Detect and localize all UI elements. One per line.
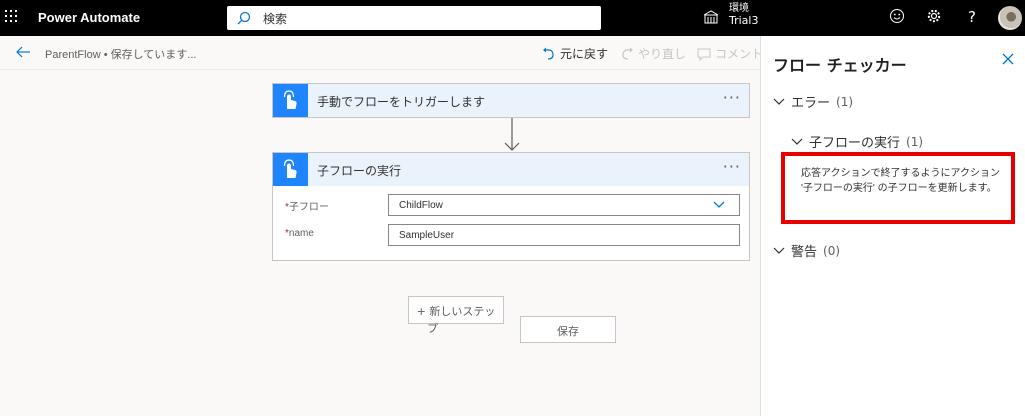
chevron-down-icon xyxy=(773,247,785,254)
comment-button[interactable]: コメント xyxy=(697,45,763,62)
errors-count: (1) xyxy=(836,94,854,109)
app-launcher-icon[interactable] xyxy=(5,10,19,24)
manual-trigger-icon xyxy=(273,153,308,186)
redo-icon xyxy=(622,47,633,60)
undo-label: 元に戻す xyxy=(560,47,609,61)
action-more-icon[interactable]: ··· xyxy=(723,157,741,176)
search-box[interactable] xyxy=(227,6,601,30)
manual-trigger-icon xyxy=(273,84,308,117)
avatar[interactable] xyxy=(998,6,1022,30)
flow-checker-panel: フロー チェッカー エラー (1) 子フローの実行 (1) 応答アクションで終了… xyxy=(760,36,1025,416)
name-label: *name xyxy=(285,228,314,239)
chevron-down-icon xyxy=(773,98,785,105)
app-name[interactable]: Power Automate xyxy=(38,10,140,25)
child-flow-dropdown[interactable]: ChildFlow xyxy=(388,194,740,216)
errors-group[interactable]: エラー (1) xyxy=(773,92,853,111)
close-icon[interactable] xyxy=(1002,53,1014,65)
error-subgroup[interactable]: 子フローの実行 (1) xyxy=(791,132,923,151)
connector-arrow-icon xyxy=(504,118,520,151)
undo-icon xyxy=(543,47,554,60)
run-child-flow-card[interactable]: 子フローの実行 ··· xyxy=(272,152,750,187)
new-step-button[interactable]: + 新しいステッ xyxy=(408,296,504,324)
warnings-group[interactable]: 警告 (0) xyxy=(773,241,840,260)
action-title: 子フローの実行 xyxy=(317,164,402,178)
warnings-label: 警告 xyxy=(791,245,818,260)
flow-canvas: 手動でフローをトリガーします ··· 子フローの実行 ··· *子フロー Chi… xyxy=(0,70,760,416)
error-message: 応答アクションで終了するようにアクション '子フローの実行' の子フローを更新し… xyxy=(781,152,1015,224)
trigger-title: 手動でフローをトリガーします xyxy=(317,95,486,109)
settings-gear-icon[interactable] xyxy=(924,8,944,28)
environment-value: Trial3 xyxy=(729,14,759,27)
redo-button[interactable]: やり直し xyxy=(620,45,686,62)
comment-icon xyxy=(697,48,711,61)
breadcrumb: ParentFlow • 保存しています... xyxy=(45,49,197,61)
name-value: SampleUser xyxy=(399,230,455,241)
error-subgroup-label: 子フローの実行 xyxy=(809,136,901,151)
search-input[interactable] xyxy=(261,9,585,29)
error-subgroup-count: (1) xyxy=(906,134,924,149)
new-step-label-wrap: プ xyxy=(427,322,438,335)
warnings-count: (0) xyxy=(823,243,841,258)
top-bar: Power Automate 環境 Trial3 ? xyxy=(0,0,1025,36)
panel-title: フロー チェッカー xyxy=(773,56,907,75)
back-arrow-icon[interactable] xyxy=(15,44,31,60)
save-button[interactable]: 保存 xyxy=(520,316,616,343)
environment-picker[interactable]: 環境 Trial3 xyxy=(729,3,758,27)
trigger-more-icon[interactable]: ··· xyxy=(723,88,741,107)
environment-icon[interactable] xyxy=(703,10,719,24)
errors-label: エラー xyxy=(791,96,831,111)
name-input[interactable]: SampleUser xyxy=(388,224,740,246)
child-flow-label: *子フロー xyxy=(285,202,329,213)
command-bar: ParentFlow • 保存しています... 元に戻す やり直し コメント xyxy=(0,36,763,70)
save-label: 保存 xyxy=(557,325,579,338)
help-icon[interactable]: ? xyxy=(962,8,982,28)
child-flow-value: ChildFlow xyxy=(399,200,443,211)
search-icon xyxy=(237,11,251,25)
action-card-body: *子フロー ChildFlow *name SampleUser xyxy=(272,186,750,261)
comment-label: コメント xyxy=(715,47,764,61)
feedback-smiley-icon[interactable] xyxy=(887,8,907,28)
new-step-label: + 新しいステッ xyxy=(416,305,496,318)
chevron-down-icon xyxy=(713,201,725,208)
chevron-down-icon xyxy=(791,138,803,145)
undo-button[interactable]: 元に戻す xyxy=(542,45,608,62)
trigger-card[interactable]: 手動でフローをトリガーします ··· xyxy=(272,83,750,118)
redo-label: やり直し xyxy=(638,47,687,61)
